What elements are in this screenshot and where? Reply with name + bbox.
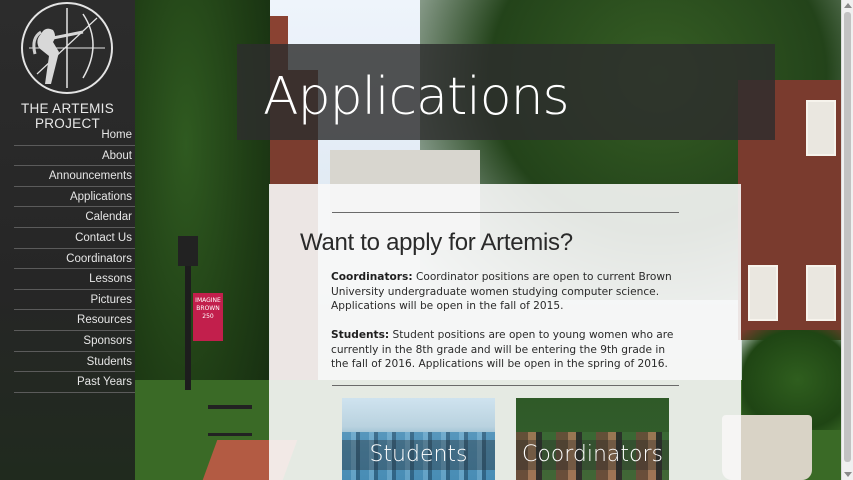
coordinators-paragraph: Coordinators: Coordinator positions are … [331,270,676,314]
nav-item-announcements[interactable]: Announcements [14,166,135,187]
nav-item-pictures[interactable]: Pictures [14,290,135,311]
nav-item-students[interactable]: Students [14,352,135,373]
content-heading: Want to apply for Artemis? [300,229,573,256]
coordinators-tile[interactable]: Coordinators [516,398,669,480]
nav-item-lessons[interactable]: Lessons [14,269,135,290]
nav-item-sponsors[interactable]: Sponsors [14,331,135,352]
imagine-brown-banner: IMAGINE BROWN 250 [193,293,223,341]
students-paragraph: Students: Student positions are open to … [331,328,676,372]
divider-bottom [332,385,679,386]
students-label: Students: [331,329,390,341]
page-title: Applications [263,67,570,127]
bench [208,405,252,436]
scroll-down-arrow-icon[interactable] [844,472,852,477]
archer-logo-graphic [29,8,105,88]
window [806,265,836,321]
sidebar: THE ARTEMIS PROJECT Home About Announcem… [0,0,135,480]
nav-item-past-years[interactable]: Past Years [14,372,135,393]
nav-item-contact-us[interactable]: Contact Us [14,228,135,249]
scroll-thumb[interactable] [844,12,851,462]
nav-item-calendar[interactable]: Calendar [14,207,135,228]
students-tile[interactable]: Students [342,398,495,480]
nav-item-resources[interactable]: Resources [14,310,135,331]
coordinators-label: Coordinators: [331,271,413,283]
students-tile-label: Students [342,440,495,470]
nav-item-applications[interactable]: Applications [14,187,135,208]
coordinators-tile-label: Coordinators [516,440,669,470]
nav-item-coordinators[interactable]: Coordinators [14,249,135,270]
window [748,265,778,321]
lamp-head [178,236,198,266]
divider-top [332,212,679,213]
vertical-scrollbar[interactable] [841,0,853,480]
nav-item-about[interactable]: About [14,146,135,167]
archer-icon[interactable] [21,2,113,94]
window [806,100,836,156]
nav-item-home[interactable]: Home [14,125,135,146]
main-nav: Home About Announcements Applications Ca… [14,125,135,393]
scroll-up-arrow-icon[interactable] [844,3,852,8]
